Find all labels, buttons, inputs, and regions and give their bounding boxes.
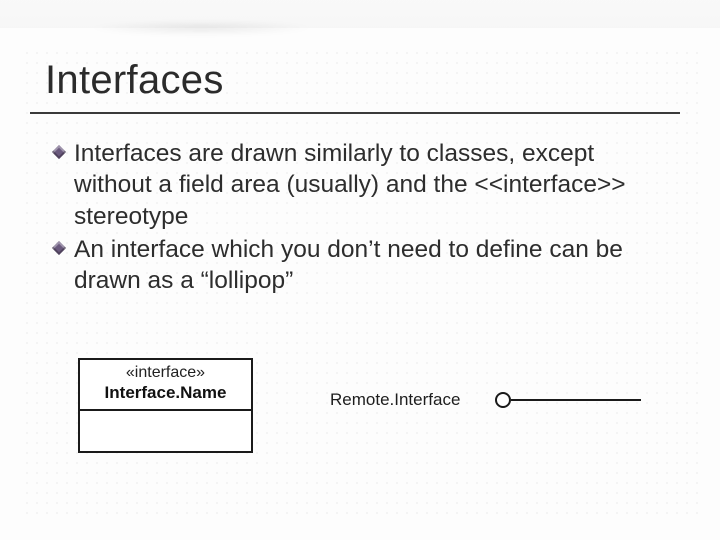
uml-interface-box: «interface» Interface.Name xyxy=(78,358,253,453)
list-item: Interfaces are drawn similarly to classe… xyxy=(60,138,660,232)
bullet-list: Interfaces are drawn similarly to classe… xyxy=(60,138,660,299)
uml-header: «interface» Interface.Name xyxy=(80,360,251,411)
lollipop-line xyxy=(511,399,641,401)
lollipop-label: Remote.Interface xyxy=(330,390,460,410)
slide-title: Interfaces xyxy=(45,58,224,103)
decorative-shadow xyxy=(86,20,316,36)
title-underline xyxy=(30,112,680,114)
uml-class-name: Interface.Name xyxy=(84,383,247,403)
uml-body-empty xyxy=(80,411,251,451)
lollipop-ball-icon xyxy=(495,392,511,408)
list-item: An interface which you don’t need to def… xyxy=(60,234,660,297)
bullet-text: Interfaces are drawn similarly to classe… xyxy=(74,140,626,230)
bullet-text: An interface which you don’t need to def… xyxy=(74,236,623,294)
uml-stereotype: «interface» xyxy=(84,364,247,382)
lollipop-notation: Remote.Interface xyxy=(330,388,660,416)
